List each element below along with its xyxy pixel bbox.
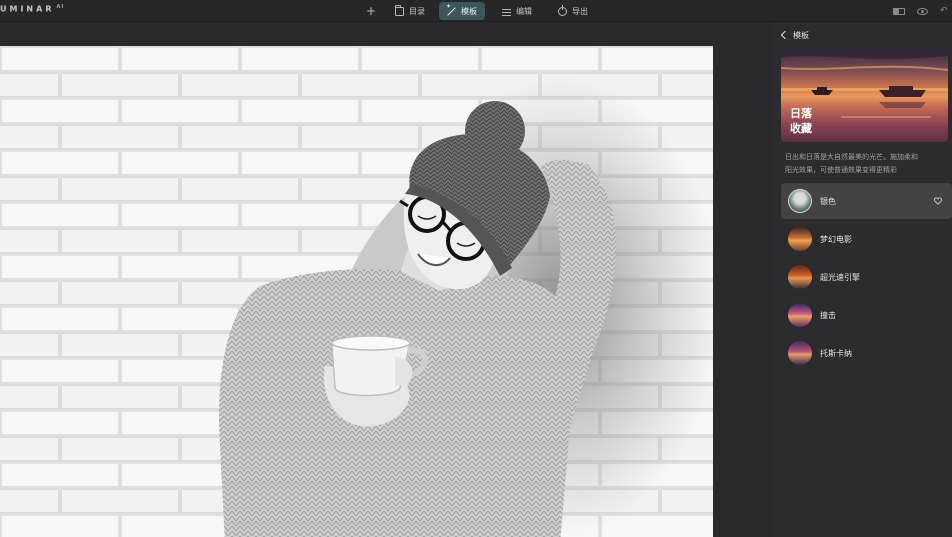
edited-photo[interactable] bbox=[0, 46, 713, 537]
collection-title-line1: 日落 bbox=[790, 107, 812, 120]
app-logo: UMINAR AI bbox=[0, 4, 64, 14]
preset-label: 梦幻电影 bbox=[820, 234, 852, 244]
collection-title-line2: 收藏 bbox=[790, 122, 812, 135]
undo-icon[interactable]: ↶ bbox=[940, 6, 950, 16]
tab-export[interactable]: 导出 bbox=[550, 2, 596, 20]
preset-thumbnail bbox=[788, 303, 812, 327]
description-line1: 日出和日落是大自然最美的光芒。施加柔和 bbox=[785, 153, 918, 161]
preset-list: 银色 梦幻电影 超光速引擎 撞击 托斯卡纳 bbox=[781, 183, 952, 373]
photo-illustration bbox=[0, 46, 713, 537]
preset-item-silver[interactable]: 银色 bbox=[781, 183, 952, 219]
tab-templates[interactable]: 模板 bbox=[439, 2, 485, 20]
preset-label: 超光速引擎 bbox=[820, 272, 860, 282]
brand-suffix: AI bbox=[56, 4, 65, 10]
panel-title: 模板 bbox=[793, 30, 809, 40]
tab-edit-label: 编辑 bbox=[516, 6, 532, 16]
folder-icon bbox=[395, 4, 404, 16]
preset-label: 撞击 bbox=[820, 310, 836, 320]
preset-item-toscana[interactable]: 托斯卡纳 bbox=[781, 335, 952, 371]
tab-templates-label: 模板 bbox=[461, 6, 477, 16]
compare-icon[interactable] bbox=[893, 7, 905, 15]
canvas-area bbox=[0, 22, 770, 537]
eye-icon[interactable] bbox=[917, 7, 928, 15]
templates-panel: 模板 日落 收藏 日出和日落是大自然最美的光芒。施加柔和 阳光效果，可使普通效果… bbox=[770, 22, 952, 537]
magic-wand-icon bbox=[446, 3, 456, 16]
heart-icon[interactable] bbox=[934, 197, 942, 205]
collection-description: 日出和日落是大自然最美的光芒。施加柔和 阳光效果，可使普通效果变得更精彩 bbox=[785, 151, 952, 177]
description-line2: 阳光效果，可使普通效果变得更精彩 bbox=[785, 166, 897, 174]
preset-thumbnail bbox=[788, 227, 812, 251]
tab-edit[interactable]: 编辑 bbox=[494, 2, 540, 20]
preset-item-dream-cinema[interactable]: 梦幻电影 bbox=[781, 221, 952, 257]
preset-label: 银色 bbox=[820, 196, 836, 206]
preset-item-warp-engine[interactable]: 超光速引擎 bbox=[781, 259, 952, 295]
preset-thumbnail bbox=[788, 341, 812, 365]
plus-icon: + bbox=[365, 4, 377, 18]
tab-catalog-label: 目录 bbox=[409, 6, 425, 16]
preset-thumbnail bbox=[788, 189, 812, 213]
back-button[interactable]: 模板 bbox=[780, 28, 809, 42]
export-icon bbox=[558, 4, 567, 16]
preset-label: 托斯卡纳 bbox=[820, 348, 852, 358]
preset-item-impact[interactable]: 撞击 bbox=[781, 297, 952, 333]
tab-catalog[interactable]: 目录 bbox=[387, 2, 433, 20]
chevron-left-icon bbox=[780, 30, 790, 40]
tab-export-label: 导出 bbox=[572, 6, 588, 16]
add-button[interactable]: + bbox=[363, 0, 379, 22]
top-bar: UMINARAI + 目录 模板 编辑 导出 ↶ bbox=[0, 0, 952, 22]
collection-title: 日落 收藏 bbox=[790, 106, 830, 136]
app-window: UMINARAI + 目录 模板 编辑 导出 ↶ bbox=[0, 0, 952, 537]
brand-name: UMINAR bbox=[0, 4, 55, 14]
view-controls: ↶ bbox=[893, 0, 952, 22]
collection-hero-card[interactable]: 日落 收藏 bbox=[781, 50, 948, 142]
sliders-icon bbox=[502, 7, 511, 16]
preset-thumbnail bbox=[788, 265, 812, 289]
